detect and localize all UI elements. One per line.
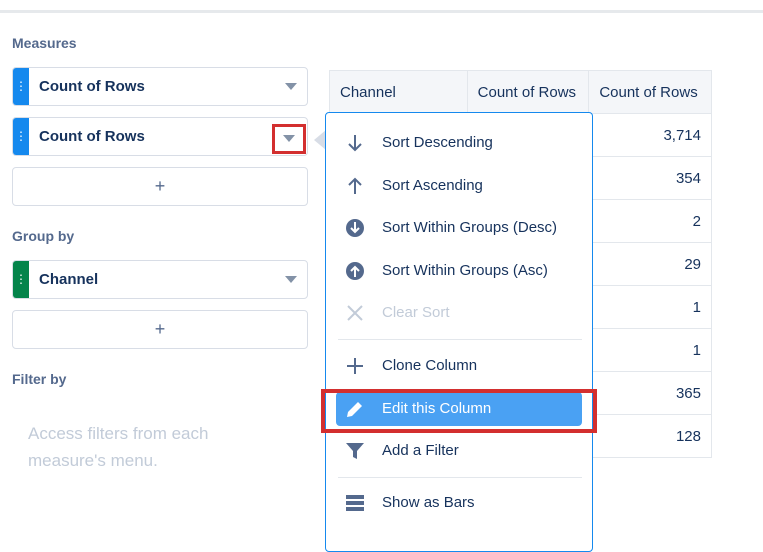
arrow-up-icon [348,177,362,194]
chevron-down-icon[interactable] [285,276,297,283]
add-measure-button[interactable]: + [12,167,308,206]
column-header-count-2[interactable]: Count of Rows [588,70,712,114]
table-cell: 3,714 [588,113,712,157]
menu-item-sort-descending[interactable]: Sort Descending [336,125,582,161]
drag-handle-icon[interactable]: ⋮ [13,118,29,155]
menu-divider [338,339,582,340]
menu-item-add-filter[interactable]: Add a Filter [336,433,582,469]
bars-icon [346,495,364,511]
measure-pill-1[interactable]: ⋮ Count of Rows [12,67,308,106]
table-cell: 1 [588,285,712,329]
menu-item-label: Add a Filter [382,442,459,459]
column-header-count-1[interactable]: Count of Rows [466,70,590,114]
menu-divider [338,477,582,478]
menu-item-clone-column[interactable]: Clone Column [336,348,582,384]
menu-item-sort-ascending[interactable]: Sort Ascending [336,168,582,204]
circle-arrow-down-icon [346,219,364,237]
circle-arrow-up-icon [346,262,364,280]
filter-by-heading: Filter by [12,371,67,387]
table-cell: 365 [588,371,712,415]
chevron-down-icon[interactable] [285,83,297,90]
group-by-heading: Group by [12,228,75,244]
table-cell: 29 [588,242,712,286]
measure-label: Count of Rows [39,78,145,95]
drag-handle-icon[interactable]: ⋮ [13,68,29,105]
group-label: Channel [39,271,99,288]
top-divider [0,10,763,13]
group-pill-channel[interactable]: ⋮ Channel [12,260,308,299]
menu-item-label: Show as Bars [382,494,475,511]
menu-item-label: Sort Within Groups (Desc) [382,219,558,236]
arrow-down-icon [348,135,362,152]
table-cell: 354 [588,156,712,200]
menu-item-label: Sort Within Groups (Asc) [382,262,548,279]
menu-item-sort-groups-desc[interactable]: Sort Within Groups (Desc) [336,210,582,246]
table-cell: 2 [588,199,712,243]
table-cell: 128 [588,414,712,458]
table-cell: 1 [588,328,712,372]
measures-heading: Measures [12,35,77,51]
menu-item-label: Sort Ascending [382,177,483,194]
filter-hint-text: Access filters from each measure's menu. [28,424,209,470]
funnel-icon [346,443,364,459]
menu-item-clear-sort: Clear Sort [336,295,582,331]
menu-item-sort-groups-asc[interactable]: Sort Within Groups (Asc) [336,253,582,289]
menu-item-label: Clone Column [382,357,478,374]
column-header-channel[interactable]: Channel [329,70,468,114]
edit-column-highlight [321,389,597,433]
chevron-down-icon [283,135,295,142]
menu-item-label: Sort Descending [382,134,493,151]
measure-pill-2[interactable]: ⋮ Count of Rows [12,117,308,156]
measure-menu-button[interactable] [272,124,306,154]
drag-handle-icon[interactable]: ⋮ [13,261,29,298]
column-menu: Sort Descending Sort Ascending Sort With… [325,112,593,552]
measure-label: Count of Rows [39,128,145,145]
menu-item-show-as-bars[interactable]: Show as Bars [336,485,582,521]
menu-item-label: Clear Sort [382,304,450,321]
plus-icon [347,358,363,374]
close-icon [347,305,363,321]
table-header-row: Channel Count of Rows Count of Rows [329,70,712,114]
add-group-button[interactable]: + [12,310,308,349]
